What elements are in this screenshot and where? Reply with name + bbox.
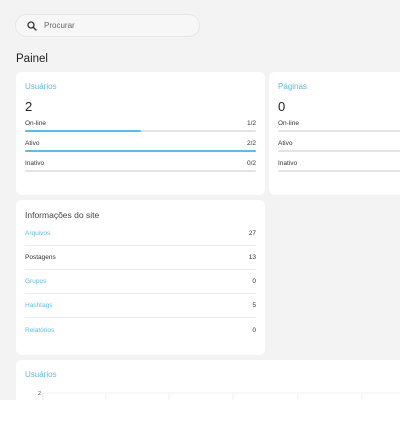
progress-track <box>278 170 400 172</box>
files-count: 27 <box>248 230 256 237</box>
info-row-groups: Grupos 0 <box>25 270 256 294</box>
info-row-files: Arquivos 27 <box>25 222 256 246</box>
pages-card: Páginas 0 On-line Ativo Inativo <box>269 72 400 195</box>
hashtags-count: 5 <box>252 302 256 309</box>
users-stat-online: On-line 1/2 <box>25 120 256 134</box>
users-stat-active: Ativo 2/2 <box>25 140 256 154</box>
reports-count: 0 <box>252 326 256 334</box>
stat-value: 0/2 <box>246 160 256 167</box>
posts-count: 13 <box>248 254 256 261</box>
search-input[interactable] <box>44 21 194 30</box>
info-row-hashtags: Hashtags 5 <box>25 294 256 318</box>
dashboard-app: Painel Usuários 2 On-line 1/2 Ativo 2/2 … <box>0 0 400 400</box>
users-stat-inactive: Inativo 0/2 <box>25 160 256 174</box>
reports-link[interactable]: Relatórios <box>25 327 54 334</box>
pages-count: 0 <box>278 99 286 114</box>
users-chart-title[interactable]: Usuários <box>25 370 57 379</box>
pages-stat-active: Ativo <box>278 140 400 154</box>
stat-label: Inativo <box>278 160 298 167</box>
stat-label: Ativo <box>25 140 40 147</box>
progress-fill <box>25 150 256 152</box>
users-count: 2 <box>25 99 33 114</box>
files-link[interactable]: Arquivos <box>25 230 50 237</box>
stat-label: On-line <box>25 120 46 127</box>
progress-track <box>25 150 256 152</box>
search-icon <box>26 20 38 32</box>
posts-label: Postagens <box>25 254 56 261</box>
users-chart-card: Usuários 2 <box>16 360 400 400</box>
pages-card-title[interactable]: Páginas <box>278 82 307 91</box>
stat-label: Ativo <box>278 140 293 147</box>
info-row-reports: Relatórios 0 <box>25 318 256 342</box>
stat-value: 2/2 <box>246 140 256 147</box>
groups-count: 0 <box>252 278 256 285</box>
groups-link[interactable]: Grupos <box>25 278 46 285</box>
site-info-card: Informações do site Arquivos 27 Postagen… <box>16 200 265 355</box>
progress-track <box>25 170 256 172</box>
progress-track <box>278 130 400 132</box>
site-info-title: Informações do site <box>25 210 100 220</box>
progress-track <box>278 150 400 152</box>
search-box[interactable] <box>15 14 200 37</box>
page-title: Painel <box>16 53 48 65</box>
pages-stat-inactive: Inativo <box>278 160 400 174</box>
hashtags-link[interactable]: Hashtags <box>25 302 52 309</box>
info-row-posts: Postagens 13 <box>25 246 256 270</box>
progress-track <box>25 130 256 132</box>
users-card: Usuários 2 On-line 1/2 Ativo 2/2 Inativo… <box>16 72 265 195</box>
pages-stat-online: On-line <box>278 120 400 134</box>
stat-label: Inativo <box>25 160 45 167</box>
stat-label: On-line <box>278 120 299 127</box>
y-tick-label: 2 <box>38 391 41 397</box>
progress-fill <box>25 130 141 132</box>
users-chart: 2 <box>38 391 400 400</box>
stat-value: 1/2 <box>246 120 256 127</box>
users-card-title[interactable]: Usuários <box>25 82 57 91</box>
